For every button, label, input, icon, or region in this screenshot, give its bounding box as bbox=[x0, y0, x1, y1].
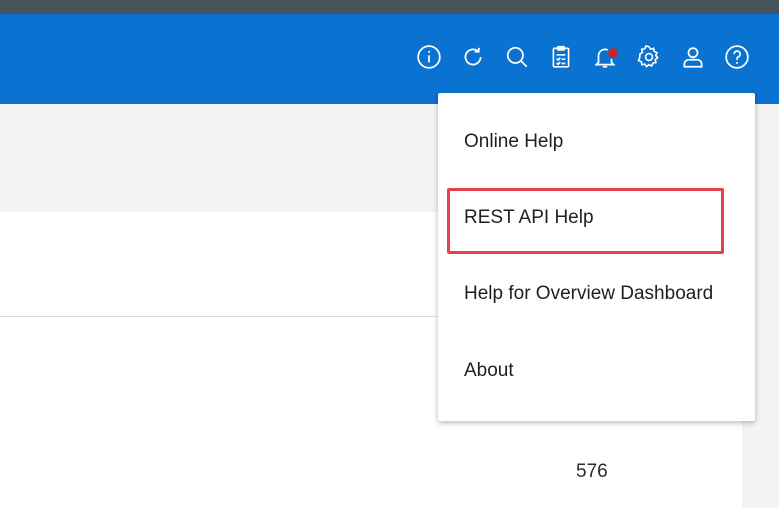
tasks-icon bbox=[548, 44, 574, 75]
help-icon bbox=[724, 44, 750, 75]
refresh-button[interactable] bbox=[451, 37, 495, 81]
info-icon bbox=[416, 44, 442, 75]
user-button[interactable] bbox=[671, 37, 715, 81]
notifications-button[interactable] bbox=[583, 37, 627, 81]
refresh-icon bbox=[460, 44, 486, 75]
notification-badge bbox=[607, 47, 619, 59]
search-icon bbox=[504, 44, 530, 75]
count-value: 576 bbox=[576, 461, 608, 482]
search-button[interactable] bbox=[495, 37, 539, 81]
annotation-highlight-box bbox=[447, 188, 724, 254]
settings-button[interactable] bbox=[627, 37, 671, 81]
menu-item-overview-help[interactable]: Help for Overview Dashboard bbox=[464, 283, 713, 305]
info-button[interactable] bbox=[407, 37, 451, 81]
help-dropdown-menu: Online Help REST API Help Help for Overv… bbox=[438, 93, 755, 421]
header-toolbar bbox=[407, 14, 759, 104]
menu-item-online-help[interactable]: Online Help bbox=[464, 131, 563, 153]
window-top-strip bbox=[0, 0, 779, 14]
gear-icon bbox=[636, 44, 662, 75]
user-icon bbox=[680, 44, 706, 75]
help-button[interactable] bbox=[715, 37, 759, 81]
menu-item-about[interactable]: About bbox=[464, 360, 514, 382]
tasks-button[interactable] bbox=[539, 37, 583, 81]
